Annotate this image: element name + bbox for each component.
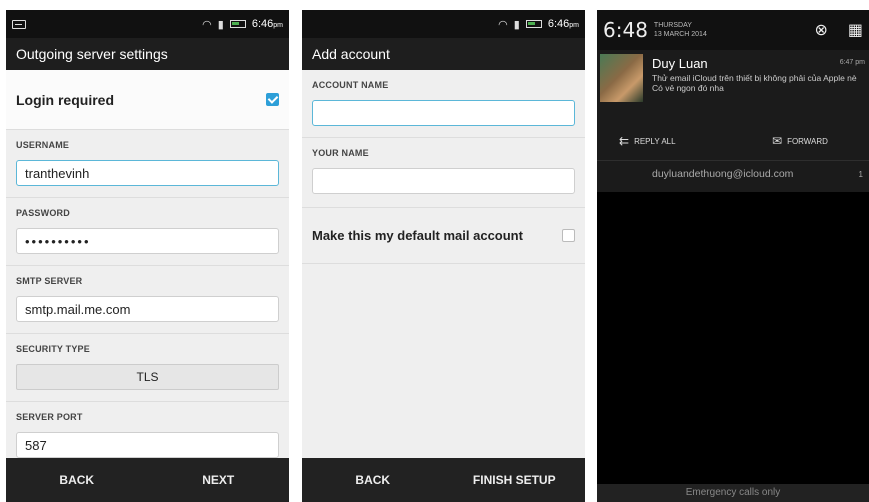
sender-name: Duy Luan	[652, 56, 708, 71]
reply-all-icon: ⇇	[619, 134, 630, 148]
battery-icon	[229, 20, 246, 28]
notification-message: Thử email iCloud trên thiết bị không phả…	[652, 73, 857, 93]
lock-header: 6:48 THURSDAY 13 MARCH 2014 ⊗ ▦	[597, 10, 869, 50]
email-notification[interactable]: Duy Luan 6:47 pm Thử email iCloud trên t…	[597, 50, 869, 192]
login-required-label: Login required	[16, 91, 114, 108]
finish-setup-button[interactable]: FINISH SETUP	[444, 458, 586, 502]
back-button[interactable]: BACK	[6, 458, 148, 502]
password-section: PASSWORD ••••••••••	[6, 198, 289, 266]
status-time: 6:46pm	[251, 18, 283, 30]
smtp-input[interactable]: smtp.mail.me.com	[16, 296, 279, 322]
notification-time: 6:47 pm	[839, 59, 865, 66]
security-type-button[interactable]: TLS	[16, 364, 279, 390]
password-label: PASSWORD	[16, 208, 70, 218]
wifi-icon: ◠	[202, 18, 212, 31]
your-name-label: YOUR NAME	[312, 148, 369, 158]
next-button[interactable]: NEXT	[148, 458, 290, 502]
default-account-row[interactable]: Make this my default mail account	[302, 208, 585, 264]
password-input[interactable]: ••••••••••	[16, 228, 279, 254]
login-required-row[interactable]: Login required	[6, 70, 289, 130]
account-name-label: ACCOUNT NAME	[312, 80, 389, 90]
forward-icon: ✉	[772, 134, 783, 148]
account-name-section: ACCOUNT NAME	[302, 70, 585, 138]
emergency-calls-text: Emergency calls only	[597, 484, 869, 502]
unread-count: 1	[858, 170, 863, 179]
avatar	[600, 54, 643, 102]
bottom-action-bar: BACK NEXT	[6, 458, 289, 502]
wifi-icon: ◠	[498, 18, 508, 31]
status-bar: ◠ ▮ 6:46pm	[6, 10, 289, 38]
status-time: 6:46pm	[547, 18, 579, 30]
forward-label: FORWARD	[787, 136, 828, 146]
day-label: THURSDAY	[653, 22, 692, 29]
smtp-label: SMTP SERVER	[16, 276, 83, 286]
bottom-action-bar: BACK FINISH SETUP	[302, 458, 585, 502]
add-account-screen: ◠ ▮ 6:46pm Add account ACCOUNT NAME YOUR…	[302, 10, 585, 502]
reply-all-button[interactable]: ⇇ REPLY ALL	[619, 134, 676, 148]
page-title: Outgoing server settings	[6, 38, 289, 70]
port-input[interactable]: 587	[16, 432, 279, 458]
reply-all-label: REPLY ALL	[634, 136, 676, 146]
security-label: SECURITY TYPE	[16, 344, 90, 354]
username-label: USERNAME	[16, 140, 70, 150]
back-button[interactable]: BACK	[302, 458, 444, 502]
notification-icon	[12, 19, 26, 29]
signal-icon: ▮	[217, 18, 224, 31]
page-title: Add account	[302, 38, 585, 70]
outgoing-server-screen: ◠ ▮ 6:46pm Outgoing server settings Logi…	[6, 10, 289, 502]
lock-screen: 6:48 THURSDAY 13 MARCH 2014 ⊗ ▦ Duy Luan…	[597, 10, 869, 502]
date-block: THURSDAY 13 MARCH 2014	[654, 21, 707, 39]
username-input[interactable]: tranthevinh	[16, 160, 279, 186]
forward-button[interactable]: ✉ FORWARD	[772, 134, 828, 148]
security-section: SECURITY TYPE TLS	[6, 334, 289, 402]
battery-icon	[525, 20, 542, 28]
header-icons: ⊗ ▦	[814, 20, 863, 40]
quick-settings-icon[interactable]: ▦	[848, 20, 863, 40]
default-account-label: Make this my default mail account	[312, 228, 523, 243]
your-name-section: YOUR NAME	[302, 138, 585, 208]
clock: 6:48	[603, 18, 648, 42]
login-required-checkbox[interactable]	[266, 93, 279, 106]
port-label: SERVER PORT	[16, 412, 83, 422]
date-label: 13 MARCH 2014	[653, 31, 707, 38]
your-name-input[interactable]	[312, 168, 575, 194]
divider	[597, 160, 869, 161]
composite-screenshot: ◠ ▮ 6:46pm Outgoing server settings Logi…	[0, 0, 869, 502]
signal-icon: ▮	[513, 18, 520, 31]
username-section: USERNAME tranthevinh	[6, 130, 289, 198]
account-address: duyluandethuong@icloud.com	[652, 168, 794, 180]
smtp-section: SMTP SERVER smtp.mail.me.com	[6, 266, 289, 334]
account-name-input[interactable]	[312, 100, 575, 126]
clear-notifications-icon[interactable]: ⊗	[814, 20, 827, 40]
default-account-checkbox[interactable]	[562, 229, 575, 242]
status-bar: ◠ ▮ 6:46pm	[302, 10, 585, 38]
